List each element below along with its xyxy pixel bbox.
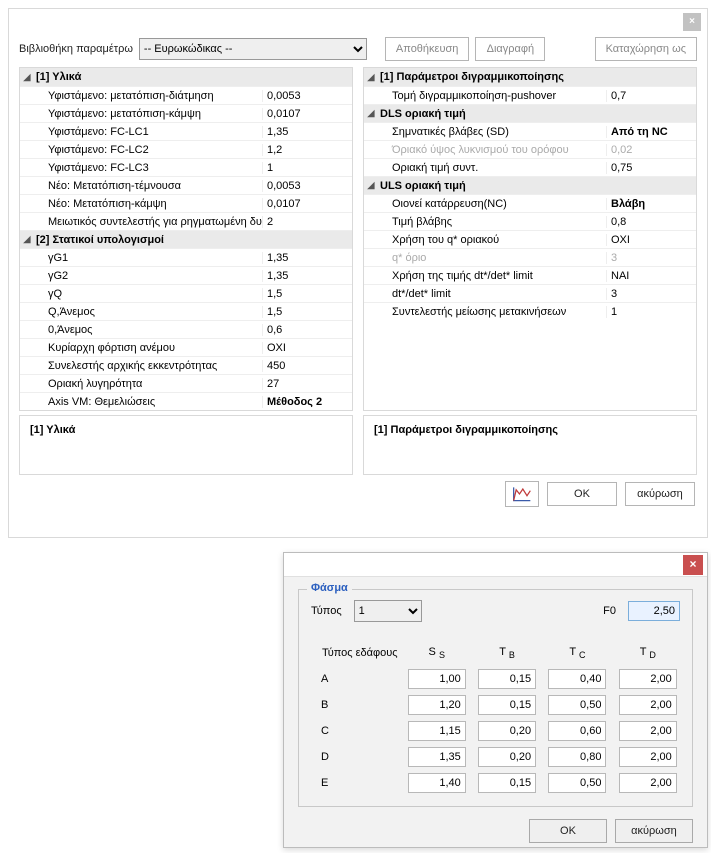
spectrum-fieldset: Φάσμα Τύπος 1 F0 Τύπος εδάφους S S T B T… bbox=[298, 589, 693, 807]
soil-type-header: Τύπος εδάφους bbox=[311, 647, 399, 659]
table-row: B bbox=[311, 692, 680, 718]
right-property-grid[interactable]: ◢[1] Παράμετροι διγραμμικοποίησης Τομή δ… bbox=[363, 67, 697, 411]
prop-label: Υφιστάμενο: μετατόπιση-διάτμηση bbox=[34, 90, 262, 102]
toolbar: Βιβλιοθήκη παραμέτρω -- Ευρωκώδικας -- Α… bbox=[9, 31, 707, 61]
save-button[interactable]: Αποθήκευση bbox=[385, 37, 469, 61]
ok-button[interactable]: OK bbox=[547, 482, 617, 506]
spectrum-icon-button[interactable] bbox=[505, 481, 539, 507]
collapse-icon[interactable]: ◢ bbox=[364, 72, 378, 83]
collapse-icon[interactable]: ◢ bbox=[20, 234, 34, 245]
library-label: Βιβλιοθήκη παραμέτρω bbox=[19, 43, 133, 55]
type-select[interactable]: 1 bbox=[354, 600, 422, 622]
group-header: [1] Παράμετροι διγραμμικοποίησης bbox=[378, 71, 606, 83]
s-input[interactable] bbox=[408, 669, 466, 689]
fieldset-title: Φάσμα bbox=[307, 582, 352, 594]
prop-value[interactable]: 0,0053 bbox=[262, 90, 352, 102]
table-row: D bbox=[311, 744, 680, 770]
col-tc: T C bbox=[545, 646, 609, 660]
soil-table: Τύπος εδάφους S S T B T C T D A B C D E bbox=[311, 640, 680, 796]
collapse-icon[interactable]: ◢ bbox=[20, 72, 34, 83]
spectrum-dialog: × Φάσμα Τύπος 1 F0 Τύπος εδάφους S S T B… bbox=[283, 552, 708, 848]
f0-label: F0 bbox=[603, 605, 616, 617]
td-input[interactable] bbox=[619, 669, 677, 689]
left-description: [1] Υλικά bbox=[19, 415, 353, 475]
saveas-button[interactable]: Καταχώρηση ως bbox=[595, 37, 697, 61]
table-row: E bbox=[311, 770, 680, 796]
tb-input[interactable] bbox=[478, 669, 536, 689]
group-header: DLS οριακή τιμή bbox=[378, 108, 606, 120]
col-tb: T B bbox=[475, 646, 539, 660]
type-label: Τύπος bbox=[311, 605, 342, 617]
left-property-grid[interactable]: ◢[1] Υλικά Υφιστάμενο: μετατόπιση-διάτμη… bbox=[19, 67, 353, 411]
right-description: [1] Παράμετροι διγραμμικοποίησης bbox=[363, 415, 697, 475]
collapse-icon[interactable]: ◢ bbox=[364, 108, 378, 119]
col-s: S S bbox=[405, 646, 469, 660]
collapse-icon[interactable]: ◢ bbox=[364, 180, 378, 191]
group-header: [1] Υλικά bbox=[34, 71, 262, 83]
col-td: T D bbox=[616, 646, 680, 660]
cancel-button[interactable]: ακύρωση bbox=[615, 819, 693, 843]
delete-button[interactable]: Διαγραφή bbox=[475, 37, 545, 61]
ok-button[interactable]: OK bbox=[529, 819, 607, 843]
table-row: A bbox=[311, 666, 680, 692]
group-header: [2] Στατικοί υπολογισμοί bbox=[34, 234, 262, 246]
f0-input[interactable] bbox=[628, 601, 680, 621]
table-row: C bbox=[311, 718, 680, 744]
group-header: ULS οριακή τιμή bbox=[378, 180, 606, 192]
cancel-button[interactable]: ακύρωση bbox=[625, 482, 695, 506]
titlebar bbox=[284, 553, 707, 577]
close-icon[interactable]: × bbox=[683, 555, 703, 575]
parameters-dialog: × Βιβλιοθήκη παραμέτρω -- Ευρωκώδικας --… bbox=[8, 8, 708, 538]
close-icon[interactable]: × bbox=[683, 13, 701, 31]
spectrum-icon bbox=[512, 485, 532, 503]
tc-input[interactable] bbox=[548, 669, 606, 689]
library-select[interactable]: -- Ευρωκώδικας -- bbox=[139, 38, 367, 60]
